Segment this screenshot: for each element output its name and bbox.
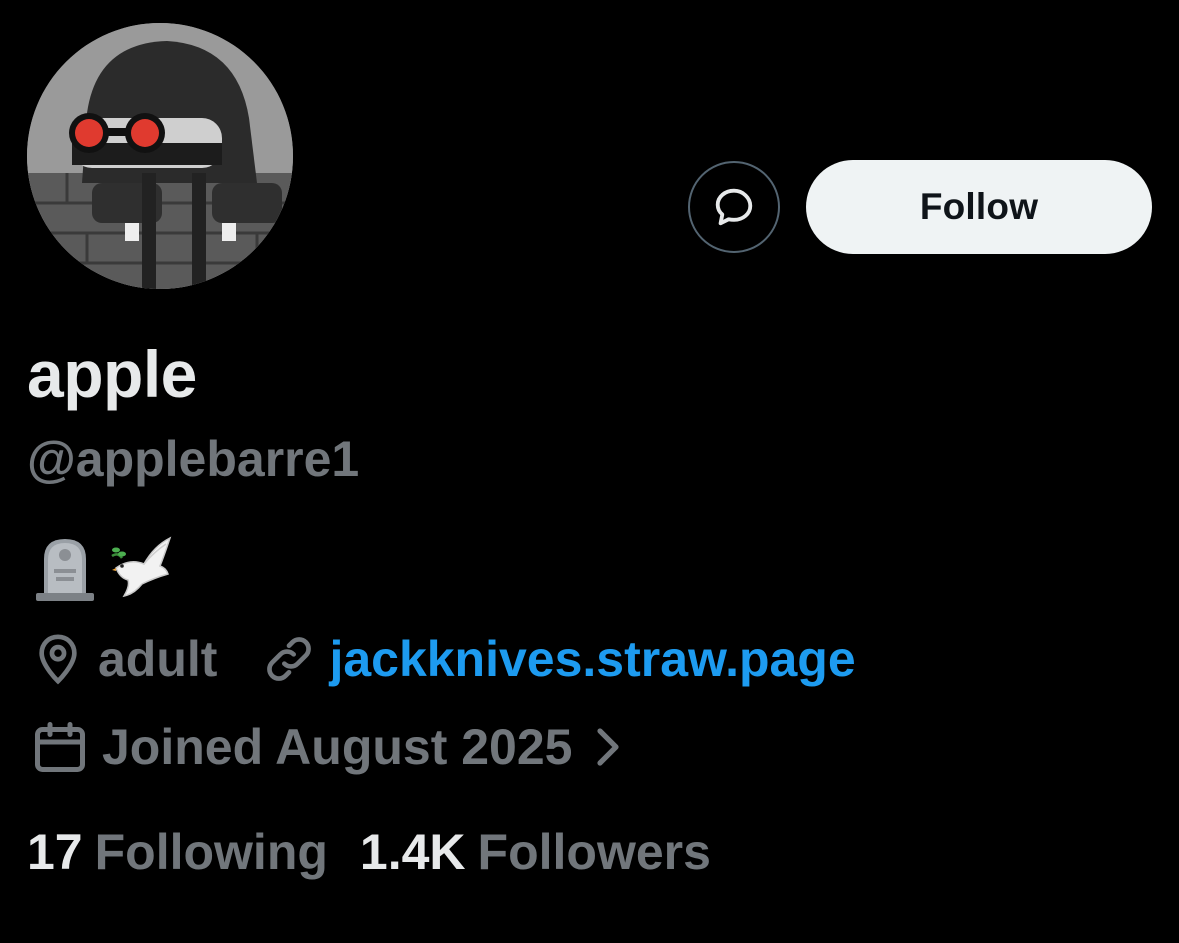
joined-date[interactable]: Joined August 2025	[30, 717, 572, 777]
website[interactable]: jackknives.straw.page	[261, 630, 856, 688]
dove-icon	[111, 536, 172, 598]
calendar-icon	[35, 722, 85, 772]
joined-text: Joined August 2025	[102, 719, 573, 775]
following-stat[interactable]: 17 Following	[27, 823, 328, 881]
message-button[interactable]	[688, 161, 780, 253]
profile-stats: 17 Following 1.4K Followers	[27, 818, 711, 886]
location: adult	[30, 630, 217, 688]
website-link[interactable]: jackknives.straw.page	[329, 630, 855, 688]
chat-bubble-icon	[715, 188, 753, 226]
profile-avatar[interactable]	[27, 23, 293, 289]
following-label: Following	[94, 824, 328, 880]
user-handle: @applebarre1	[27, 431, 360, 487]
profile-meta-row: adult jackknives.straw.page	[30, 627, 856, 691]
location-pin-icon	[39, 634, 77, 685]
followers-count: 1.4K	[359, 824, 466, 880]
avatar-character-icon	[27, 23, 293, 289]
chevron-right-icon[interactable]	[594, 725, 624, 769]
followers-stat[interactable]: 1.4K Followers	[360, 823, 711, 881]
display-name: apple	[27, 337, 197, 411]
headstone-icon	[36, 539, 94, 601]
bio	[34, 531, 174, 603]
joined-row[interactable]: Joined August 2025	[30, 715, 624, 779]
followers-label: Followers	[477, 824, 711, 880]
link-icon	[267, 637, 312, 681]
following-count: 17	[27, 824, 83, 880]
follow-button[interactable]: Follow	[806, 160, 1152, 254]
location-text: adult	[98, 631, 218, 687]
